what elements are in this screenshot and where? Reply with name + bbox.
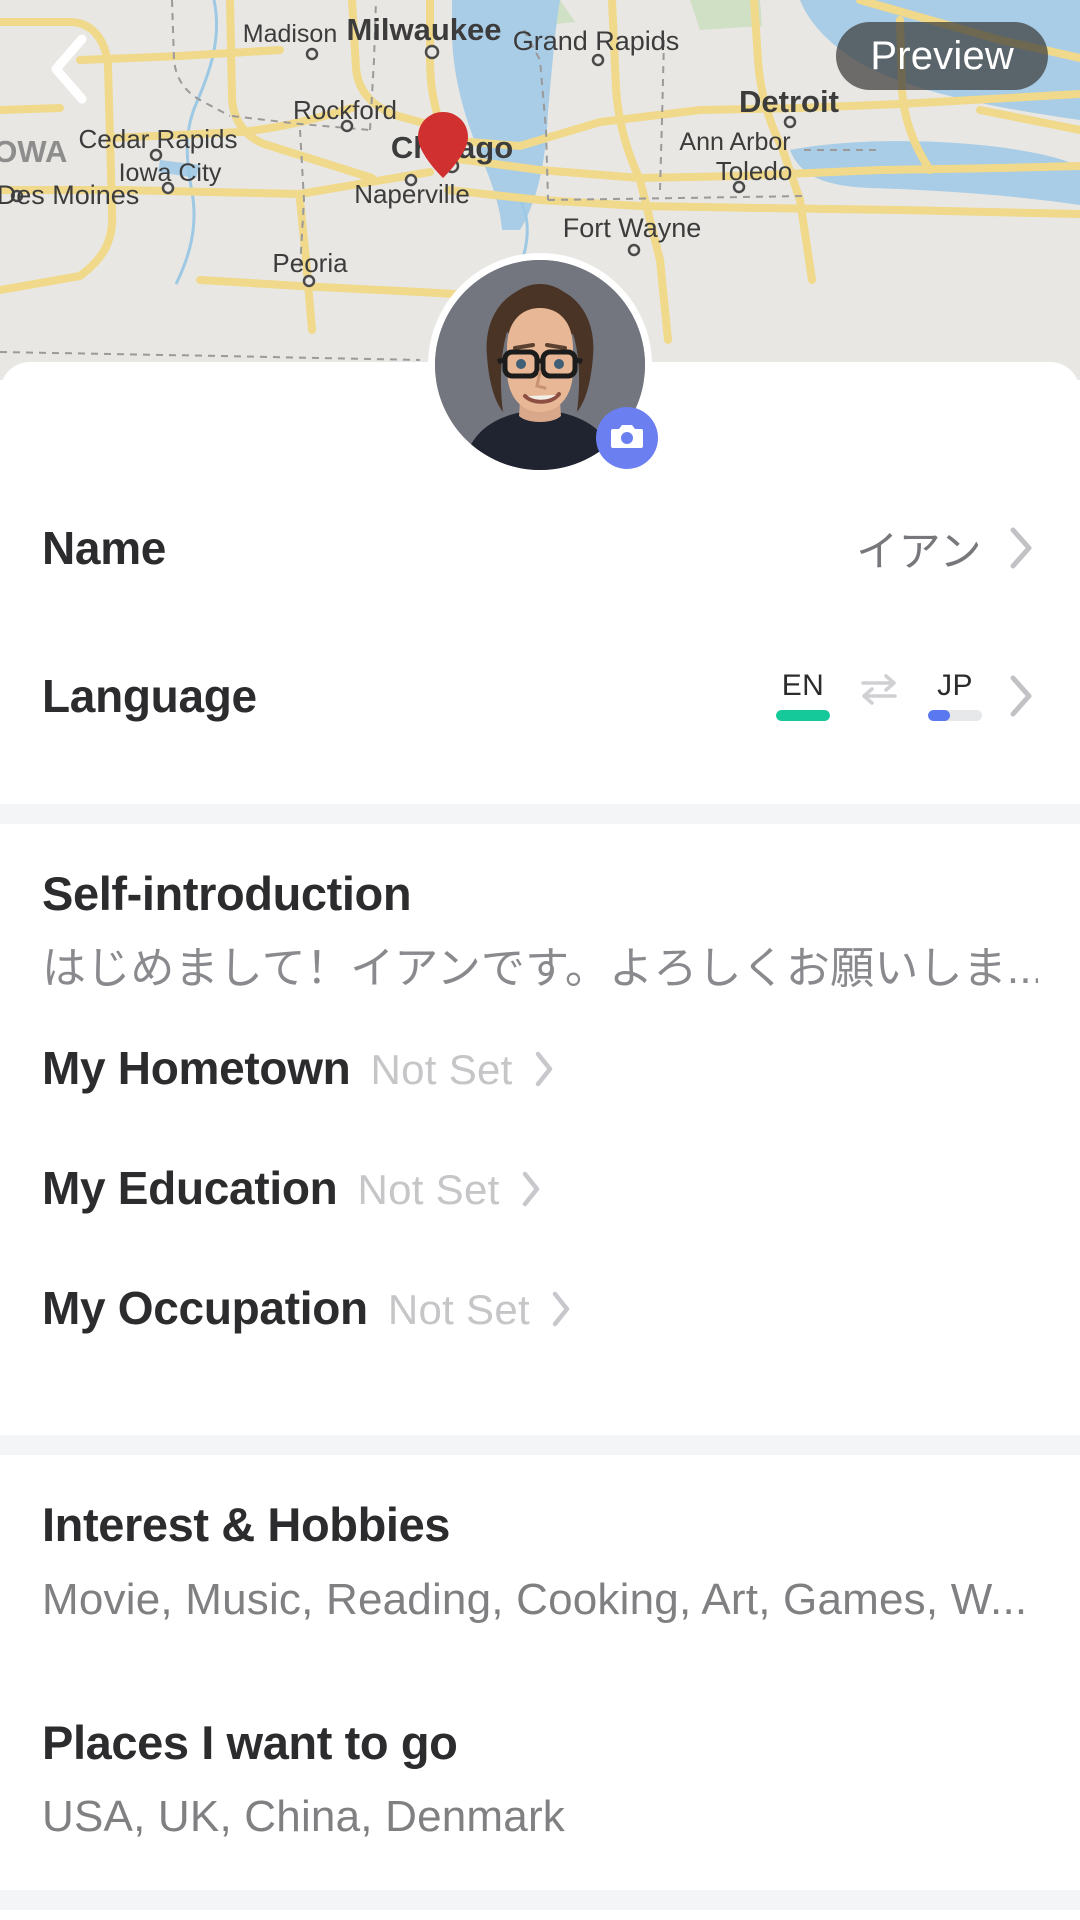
- row-language-right: EN JP: [776, 666, 1038, 726]
- avatar[interactable]: [428, 253, 658, 477]
- language-code-jp: JP: [937, 669, 973, 702]
- language-item-en[interactable]: EN: [776, 671, 830, 721]
- section-divider: [0, 804, 1080, 824]
- block-places-want-to-go[interactable]: Places I want to go USA, UK, China, Denm…: [0, 1673, 1080, 1844]
- language-code-en: EN: [781, 669, 825, 702]
- svg-text:Grand Rapids: Grand Rapids: [513, 26, 680, 56]
- chevron-left-icon: [46, 33, 92, 105]
- swap-horizontal-icon[interactable]: [856, 666, 902, 712]
- block-self-introduction[interactable]: Self-introduction はじめまして！イアンです。よろしくお願いしま…: [0, 824, 1080, 995]
- places-want-to-go-title: Places I want to go: [42, 1715, 458, 1769]
- language-item-jp[interactable]: JP: [928, 671, 982, 721]
- svg-text:Ann Arbor: Ann Arbor: [679, 128, 790, 156]
- row-name-right: イアン: [856, 518, 1038, 579]
- svg-text:Fort Wayne: Fort Wayne: [563, 213, 702, 243]
- chevron-right-icon: [520, 1170, 542, 1208]
- svg-text:Cedar Rapids: Cedar Rapids: [79, 124, 238, 154]
- svg-text:Madison: Madison: [243, 20, 338, 48]
- change-photo-button[interactable]: [596, 407, 658, 469]
- row-my-hometown-label: My Hometown: [42, 1042, 351, 1095]
- camera-icon: [610, 422, 644, 455]
- language-level-widget[interactable]: EN JP: [776, 666, 982, 726]
- language-bar-jp: [928, 710, 982, 721]
- back-button[interactable]: [26, 26, 112, 112]
- row-name-label: Name: [42, 522, 167, 574]
- row-language[interactable]: Language EN JP: [0, 622, 1080, 770]
- row-my-hometown[interactable]: My Hometown Not Set: [0, 1041, 1080, 1161]
- svg-text:Des Moines: Des Moines: [0, 180, 139, 210]
- svg-text:Detroit: Detroit: [739, 84, 839, 119]
- block-interest-hobbies[interactable]: Interest & Hobbies Movie, Music, Reading…: [0, 1455, 1080, 1626]
- row-name[interactable]: Name イアン: [0, 474, 1080, 622]
- preview-button-label: Preview: [870, 33, 1014, 78]
- row-name-value: イアン: [856, 527, 982, 575]
- interest-hobbies-title: Interest & Hobbies: [42, 1498, 451, 1552]
- svg-text:Milwaukee: Milwaukee: [346, 12, 501, 47]
- chevron-right-icon: [1004, 672, 1038, 720]
- chevron-right-icon: [533, 1050, 555, 1088]
- row-my-education-value: Not Set: [357, 1166, 500, 1214]
- svg-text:Naperville: Naperville: [354, 179, 470, 209]
- row-language-label: Language: [42, 670, 257, 722]
- svg-text:Toledo: Toledo: [716, 156, 793, 186]
- row-my-occupation-value: Not Set: [387, 1286, 530, 1334]
- row-my-occupation-label: My Occupation: [42, 1282, 368, 1335]
- section-divider: [0, 1435, 1080, 1456]
- self-introduction-text: はじめまして！イアンです。よろしくお願いしま...: [42, 943, 1038, 993]
- row-my-education[interactable]: My Education Not Set: [0, 1161, 1080, 1281]
- interest-hobbies-text: Movie, Music, Reading, Cooking, Art, Gam…: [42, 1575, 1028, 1625]
- row-my-occupation[interactable]: My Occupation Not Set: [0, 1281, 1080, 1401]
- section-divider: [0, 1890, 1080, 1911]
- chevron-right-icon: [550, 1290, 572, 1328]
- language-bar-fill-en: [776, 710, 830, 721]
- row-my-education-label: My Education: [42, 1162, 338, 1215]
- svg-text:Rockford: Rockford: [293, 95, 397, 125]
- svg-text:Peoria: Peoria: [272, 248, 348, 278]
- self-introduction-title: Self-introduction: [42, 867, 412, 920]
- preview-button[interactable]: Preview: [836, 22, 1048, 90]
- profile-content: Name イアン Language EN JP Self-introductio…: [0, 362, 1080, 1911]
- row-my-hometown-value: Not Set: [370, 1046, 513, 1094]
- chevron-right-icon: [1004, 524, 1038, 572]
- places-want-to-go-text: USA, UK, China, Denmark: [42, 1792, 565, 1842]
- language-bar-en: [776, 710, 830, 721]
- svg-text:IOWA: IOWA: [0, 134, 67, 169]
- language-bar-fill-jp: [928, 710, 950, 721]
